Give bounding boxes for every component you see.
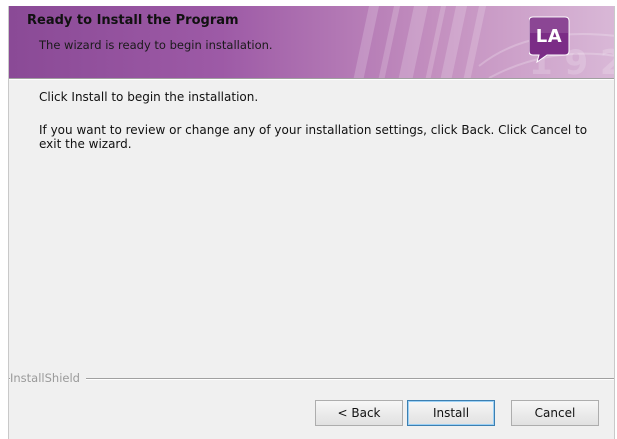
screen: 1 9 2 Ready to Install the Program The w… bbox=[0, 0, 617, 439]
back-button[interactable]: < Back bbox=[315, 400, 403, 426]
logo-text: LA bbox=[535, 26, 563, 47]
cancel-button[interactable]: Cancel bbox=[511, 400, 599, 426]
la-logo-icon: LA bbox=[528, 15, 573, 64]
instruction-text: Click Install to begin the installation. bbox=[39, 90, 259, 104]
header-divider-highlight bbox=[9, 79, 614, 80]
install-button[interactable]: Install bbox=[407, 400, 495, 426]
installer-dialog: 1 9 2 Ready to Install the Program The w… bbox=[8, 6, 615, 439]
page-title: Ready to Install the Program bbox=[27, 13, 239, 28]
installshield-brand: InstallShield bbox=[10, 371, 86, 385]
footer-divider-highlight bbox=[9, 379, 614, 380]
page-subtitle: The wizard is ready to begin installatio… bbox=[39, 38, 273, 52]
header-banner: 1 9 2 Ready to Install the Program The w… bbox=[9, 6, 614, 78]
details-text: If you want to review or change any of y… bbox=[39, 123, 588, 151]
